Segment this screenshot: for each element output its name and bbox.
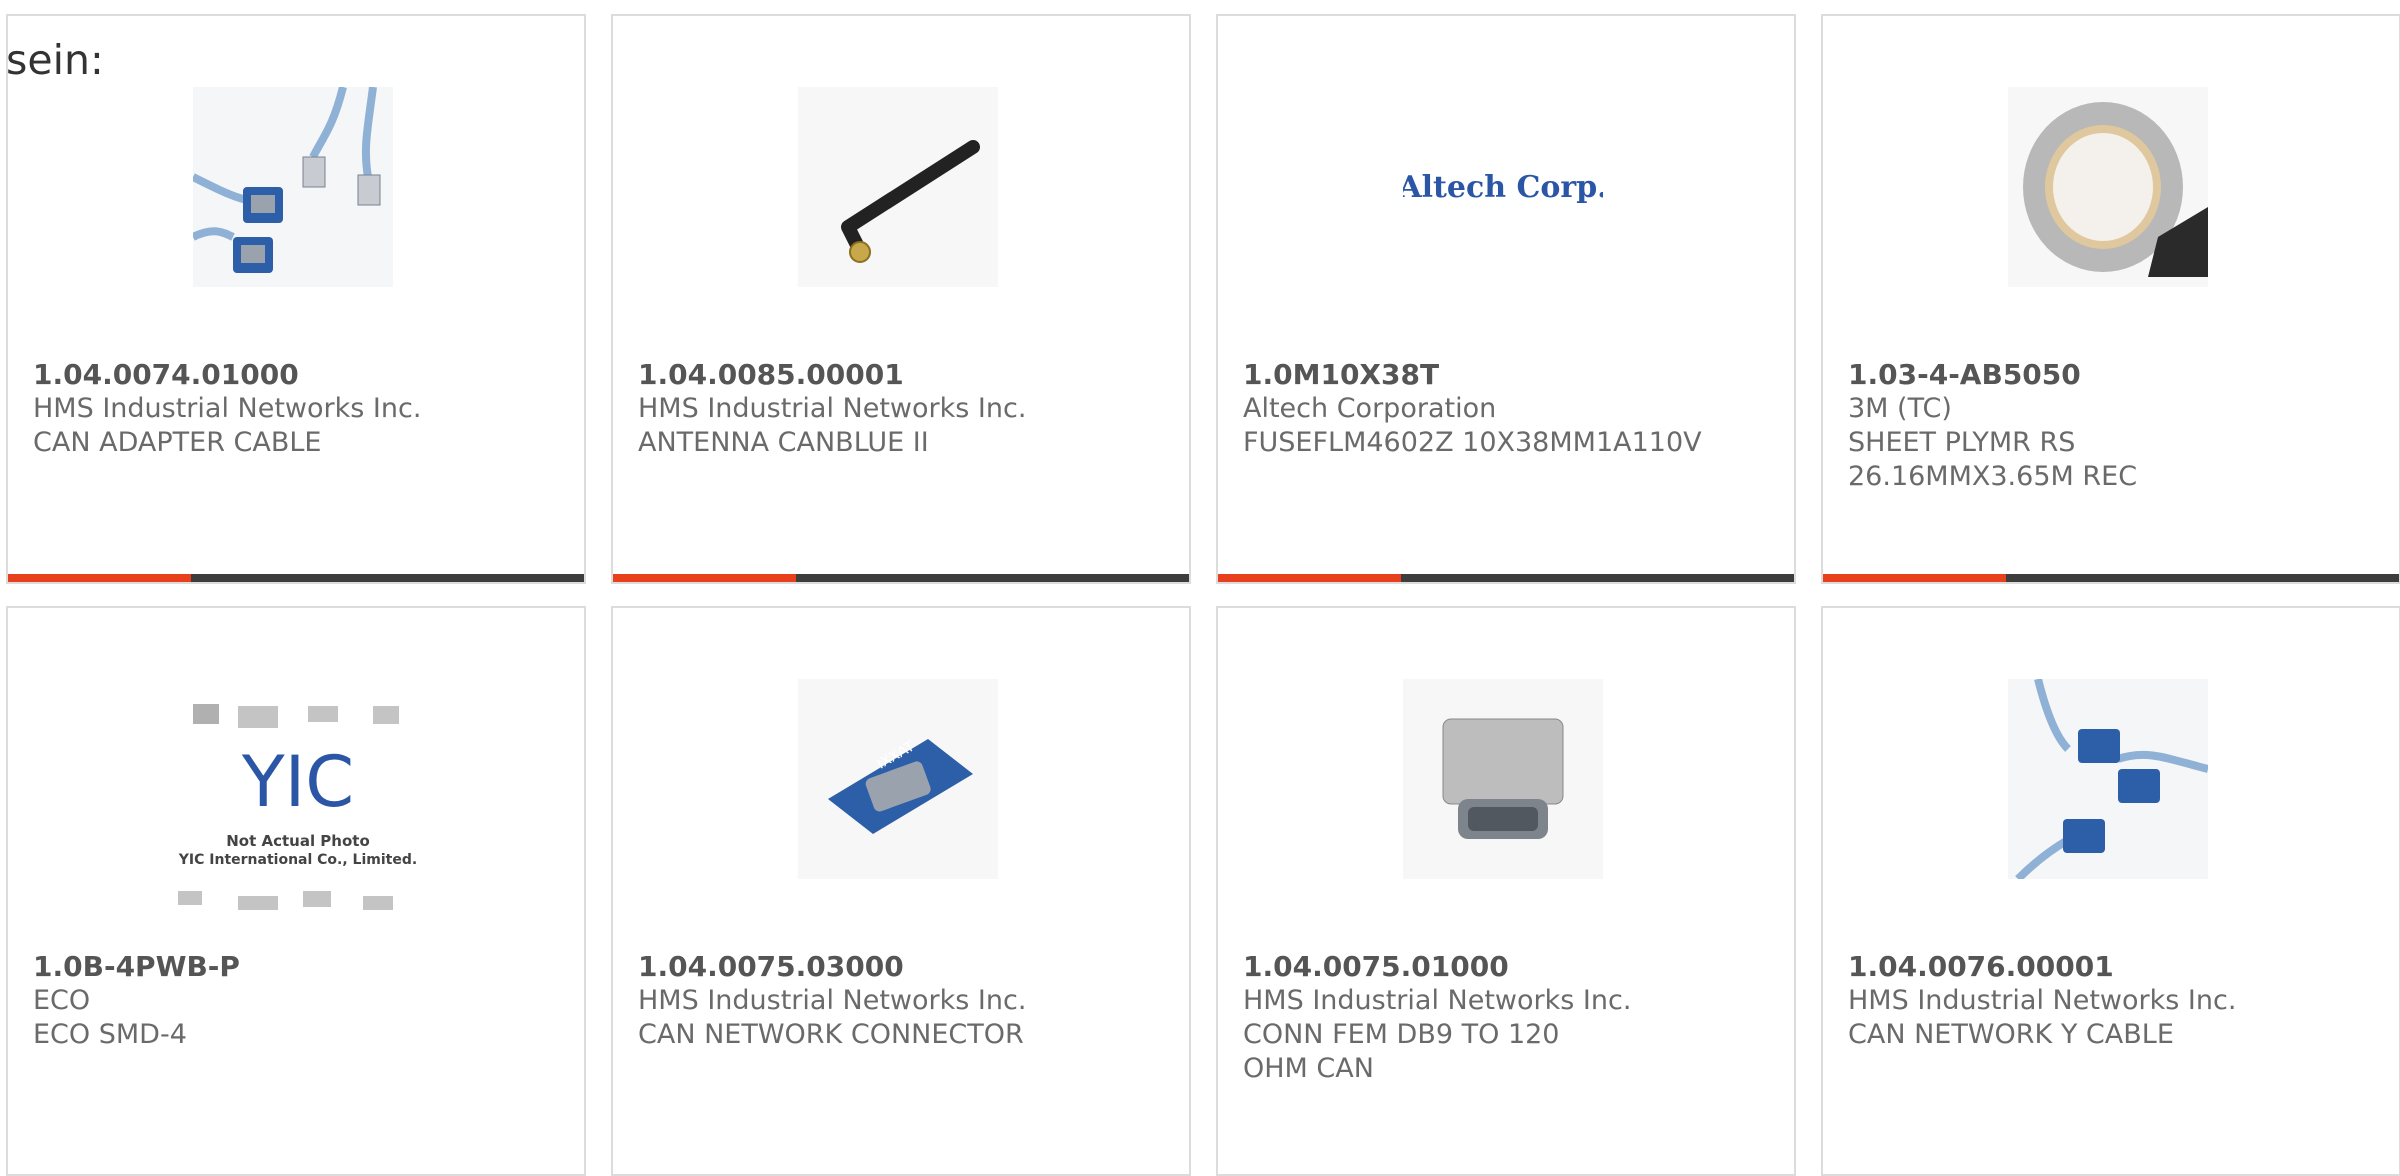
antenna-icon <box>841 140 980 263</box>
accent-bar <box>613 574 796 582</box>
product-card[interactable]: 1.04.0076.00001 HMS Industrial Networks … <box>1821 606 2400 1176</box>
y-cable-icon <box>2015 679 2208 879</box>
card-bottom-bar <box>1218 574 1794 582</box>
accent-bar <box>1823 574 2006 582</box>
description: ANTENNA CANBLUE II <box>638 427 929 458</box>
description: CAN ADAPTER CABLE <box>33 427 322 458</box>
tape-roll-icon <box>2023 102 2208 277</box>
description: FUSEFLM4602Z 10X38MM1A110V <box>1243 427 1702 458</box>
yic-company-text: YIC International Co., Limited. <box>178 852 417 868</box>
part-number[interactable]: 1.04.0074.01000 <box>33 358 563 392</box>
product-image[interactable]: IXXAT <box>798 679 998 879</box>
altech-logo-text: Altech Corp. <box>1403 170 1603 205</box>
product-card[interactable]: 1.04.0074.01000 HMS Industrial Networks … <box>6 14 586 584</box>
product-card[interactable]: IXXAT 1.04.0075.03000 HMS Industrial Net… <box>611 606 1191 1176</box>
card-bottom-bar <box>8 574 584 582</box>
product-card[interactable]: 1.03-4-AB5050 3M (TC) SHEET PLYMR RS 26.… <box>1821 14 2400 584</box>
yic-placeholder-icon: YIC Not Actual Photo YIC International C… <box>178 704 417 910</box>
product-info: 1.04.0085.00001 HMS Industrial Networks … <box>638 358 1168 460</box>
description: SHEET PLYMR RS 26.16MMX3.65M REC <box>1848 427 2138 492</box>
part-number[interactable]: 1.04.0075.01000 <box>1243 950 1773 984</box>
manufacturer: HMS Industrial Networks Inc. <box>638 985 1027 1016</box>
description: CAN NETWORK CONNECTOR <box>638 1019 1024 1050</box>
product-image[interactable] <box>2008 679 2208 879</box>
yic-logo-text: YIC <box>241 741 354 823</box>
manufacturer: HMS Industrial Networks Inc. <box>33 393 422 424</box>
accent-bar <box>1218 574 1401 582</box>
part-number[interactable]: 1.03-4-AB5050 <box>1848 358 2378 392</box>
product-card[interactable]: 1.04.0085.00001 HMS Industrial Networks … <box>611 14 1191 584</box>
product-info: 1.0M10X38T Altech Corporation FUSEFLM460… <box>1243 358 1773 460</box>
db9-adapter-icon: IXXAT <box>828 738 973 834</box>
product-info: 1.04.0076.00001 HMS Industrial Networks … <box>1848 950 2378 1052</box>
manufacturer: HMS Industrial Networks Inc. <box>1848 985 2237 1016</box>
product-image[interactable] <box>798 87 998 287</box>
product-info: 1.04.0075.03000 HMS Industrial Networks … <box>638 950 1168 1052</box>
description: CAN NETWORK Y CABLE <box>1848 1019 2174 1050</box>
part-number[interactable]: 1.04.0076.00001 <box>1848 950 2378 984</box>
product-card[interactable]: 1.04.0075.01000 HMS Industrial Networks … <box>1216 606 1796 1176</box>
product-card[interactable]: Altech Corp. 1.0M10X38T Altech Corporati… <box>1216 14 1796 584</box>
product-image[interactable] <box>193 87 393 287</box>
part-number[interactable]: 1.04.0075.03000 <box>638 950 1168 984</box>
manufacturer: HMS Industrial Networks Inc. <box>1243 985 1632 1016</box>
not-actual-photo-text: Not Actual Photo <box>226 832 370 850</box>
product-info: 1.0B-4PWB-P ECO ECO SMD-4 <box>33 950 563 1052</box>
altech-logo-icon: Altech Corp. <box>1403 170 1603 205</box>
product-info: 1.04.0075.01000 HMS Industrial Networks … <box>1243 950 1773 1086</box>
description: CONN FEM DB9 TO 120 OHM CAN <box>1243 1019 1560 1084</box>
description: ECO SMD-4 <box>33 1019 187 1050</box>
part-number[interactable]: 1.0B-4PWB-P <box>33 950 563 984</box>
product-image[interactable]: YIC Not Actual Photo YIC International C… <box>163 686 433 946</box>
db9-cable-rj45-icon <box>193 87 381 273</box>
product-image[interactable]: Altech Corp. <box>1403 87 1603 287</box>
accent-bar <box>8 574 191 582</box>
card-bottom-bar <box>1823 574 2399 582</box>
product-info: 1.03-4-AB5050 3M (TC) SHEET PLYMR RS 26.… <box>1848 358 2378 494</box>
card-bottom-bar <box>613 574 1189 582</box>
product-card[interactable]: YIC Not Actual Photo YIC International C… <box>6 606 586 1176</box>
manufacturer: 3M (TC) <box>1848 393 1952 424</box>
db9-terminator-icon <box>1442 718 1564 839</box>
product-info: 1.04.0074.01000 HMS Industrial Networks … <box>33 358 563 460</box>
manufacturer: ECO <box>33 985 91 1016</box>
product-image[interactable] <box>2008 87 2208 287</box>
part-number[interactable]: 1.0M10X38T <box>1243 358 1773 392</box>
product-image[interactable] <box>1403 679 1603 879</box>
part-number[interactable]: 1.04.0085.00001 <box>638 358 1168 392</box>
intro-text: sein: <box>6 36 104 84</box>
manufacturer: HMS Industrial Networks Inc. <box>638 393 1027 424</box>
manufacturer: Altech Corporation <box>1243 393 1497 424</box>
